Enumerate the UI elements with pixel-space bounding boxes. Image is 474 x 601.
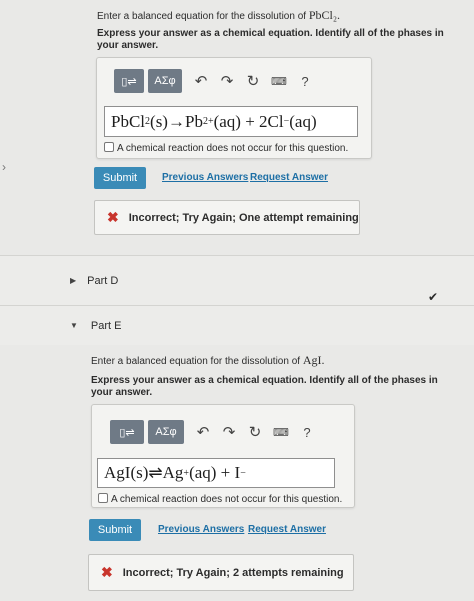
prompt-formula: PbCl₂. [308, 8, 341, 22]
redo-icon[interactable]: ↷ [214, 69, 240, 93]
help-button[interactable]: ? [292, 69, 318, 93]
cation: Pb [184, 111, 203, 131]
part-e-submit-button[interactable]: Submit [89, 519, 141, 541]
no-reaction-label: A chemical reaction does not occur for t… [117, 143, 349, 154]
redo-icon[interactable]: ↷ [216, 420, 242, 444]
part-d-label: Part D [87, 274, 119, 287]
part-c-toolbar: ▯⇌ ΑΣφ ↶ ↷ ↻ ⌨ ? [114, 69, 318, 93]
reactant: PbCl [111, 111, 146, 131]
part-c-request-answer-link[interactable]: Request Answer [250, 172, 328, 183]
collapsed-triangle-icon: ▶ [70, 276, 77, 285]
part-e-label: Part E [90, 319, 122, 332]
cation: Ag [162, 463, 184, 482]
anion-charge: − [240, 467, 246, 479]
keyboard-icon[interactable]: ⌨ [268, 420, 294, 444]
keyboard-icon[interactable]: ⌨ [266, 69, 292, 93]
part-e-previous-answers-link[interactable]: Previous Answers [158, 524, 244, 535]
reset-icon[interactable]: ↻ [242, 420, 268, 444]
reaction-arrow: ⇌ [148, 463, 163, 482]
template-icon: ▯⇌ [121, 75, 137, 88]
undo-icon[interactable]: ↶ [188, 69, 214, 93]
feedback-text: Incorrect; Try Again; 2 attempts remaini… [122, 566, 344, 579]
prompt-formula: AgI. [302, 353, 325, 367]
part-c-instruction: Express your answer as a chemical equati… [97, 28, 444, 51]
undo-icon[interactable]: ↶ [190, 420, 216, 444]
cation-charge: 2+ [202, 116, 214, 127]
cation-phase: (aq) + I [189, 463, 241, 482]
left-chevron-icon: › [2, 160, 6, 174]
no-reaction-checkbox[interactable] [104, 142, 114, 152]
feedback-text: Incorrect; Try Again; One attempt remain… [128, 211, 359, 224]
anion-phase: (aq) [289, 111, 317, 131]
part-c-previous-answers-link[interactable]: Previous Answers [162, 172, 248, 183]
no-reaction-checkbox[interactable] [98, 493, 108, 503]
part-e-prompt: Enter a balanced equation for the dissol… [91, 353, 325, 368]
part-c-prompt: Enter a balanced equation for the dissol… [97, 8, 340, 23]
template-button[interactable]: ▯⇌ [114, 69, 144, 93]
part-d-header[interactable]: ▶ Part D ✔ [0, 255, 474, 305]
template-icon: ▯⇌ [119, 426, 135, 439]
part-c-feedback: ✖ Incorrect; Try Again; One attempt rema… [94, 200, 360, 235]
reaction-arrow: → [167, 111, 185, 131]
part-e-instruction: Express your answer as a chemical equati… [91, 375, 438, 398]
prompt-text: Enter a balanced equation for the dissol… [91, 356, 301, 367]
reset-icon[interactable]: ↻ [240, 69, 266, 93]
reactant: AgI(s) [104, 463, 149, 482]
part-e-toolbar: ▯⇌ ΑΣφ ↶ ↷ ↻ ⌨ ? [110, 420, 320, 444]
part-e-answer-input[interactable]: AgI(s) ⇌ Ag + (aq) + I − [97, 458, 335, 488]
expanded-triangle-icon: ▼ [70, 321, 78, 330]
no-reaction-label: A chemical reaction does not occur for t… [111, 494, 343, 505]
cation-phase: (aq) + 2Cl [213, 111, 284, 131]
reactant-phase: (s) [150, 111, 168, 131]
incorrect-x-icon: ✖ [101, 564, 113, 580]
part-e-no-reaction-option[interactable]: A chemical reaction does not occur for t… [98, 493, 342, 505]
part-c-answer-input[interactable]: PbCl 2 (s) → Pb 2+ (aq) + 2Cl − (aq) [104, 106, 358, 137]
part-c-no-reaction-option[interactable]: A chemical reaction does not occur for t… [104, 142, 348, 154]
part-e-feedback: ✖ Incorrect; Try Again; 2 attempts remai… [88, 554, 354, 591]
part-e-request-answer-link[interactable]: Request Answer [248, 524, 326, 535]
incorrect-x-icon: ✖ [107, 209, 119, 225]
part-e-header[interactable]: ▼ Part E [0, 305, 474, 345]
check-icon: ✔ [428, 290, 439, 304]
prompt-text: Enter a balanced equation for the dissol… [97, 11, 307, 22]
part-c-submit-button[interactable]: Submit [94, 167, 146, 189]
help-button[interactable]: ? [294, 420, 320, 444]
template-button[interactable]: ▯⇌ [110, 420, 144, 444]
symbol-button[interactable]: ΑΣφ [148, 420, 184, 444]
symbol-button[interactable]: ΑΣφ [148, 69, 182, 93]
